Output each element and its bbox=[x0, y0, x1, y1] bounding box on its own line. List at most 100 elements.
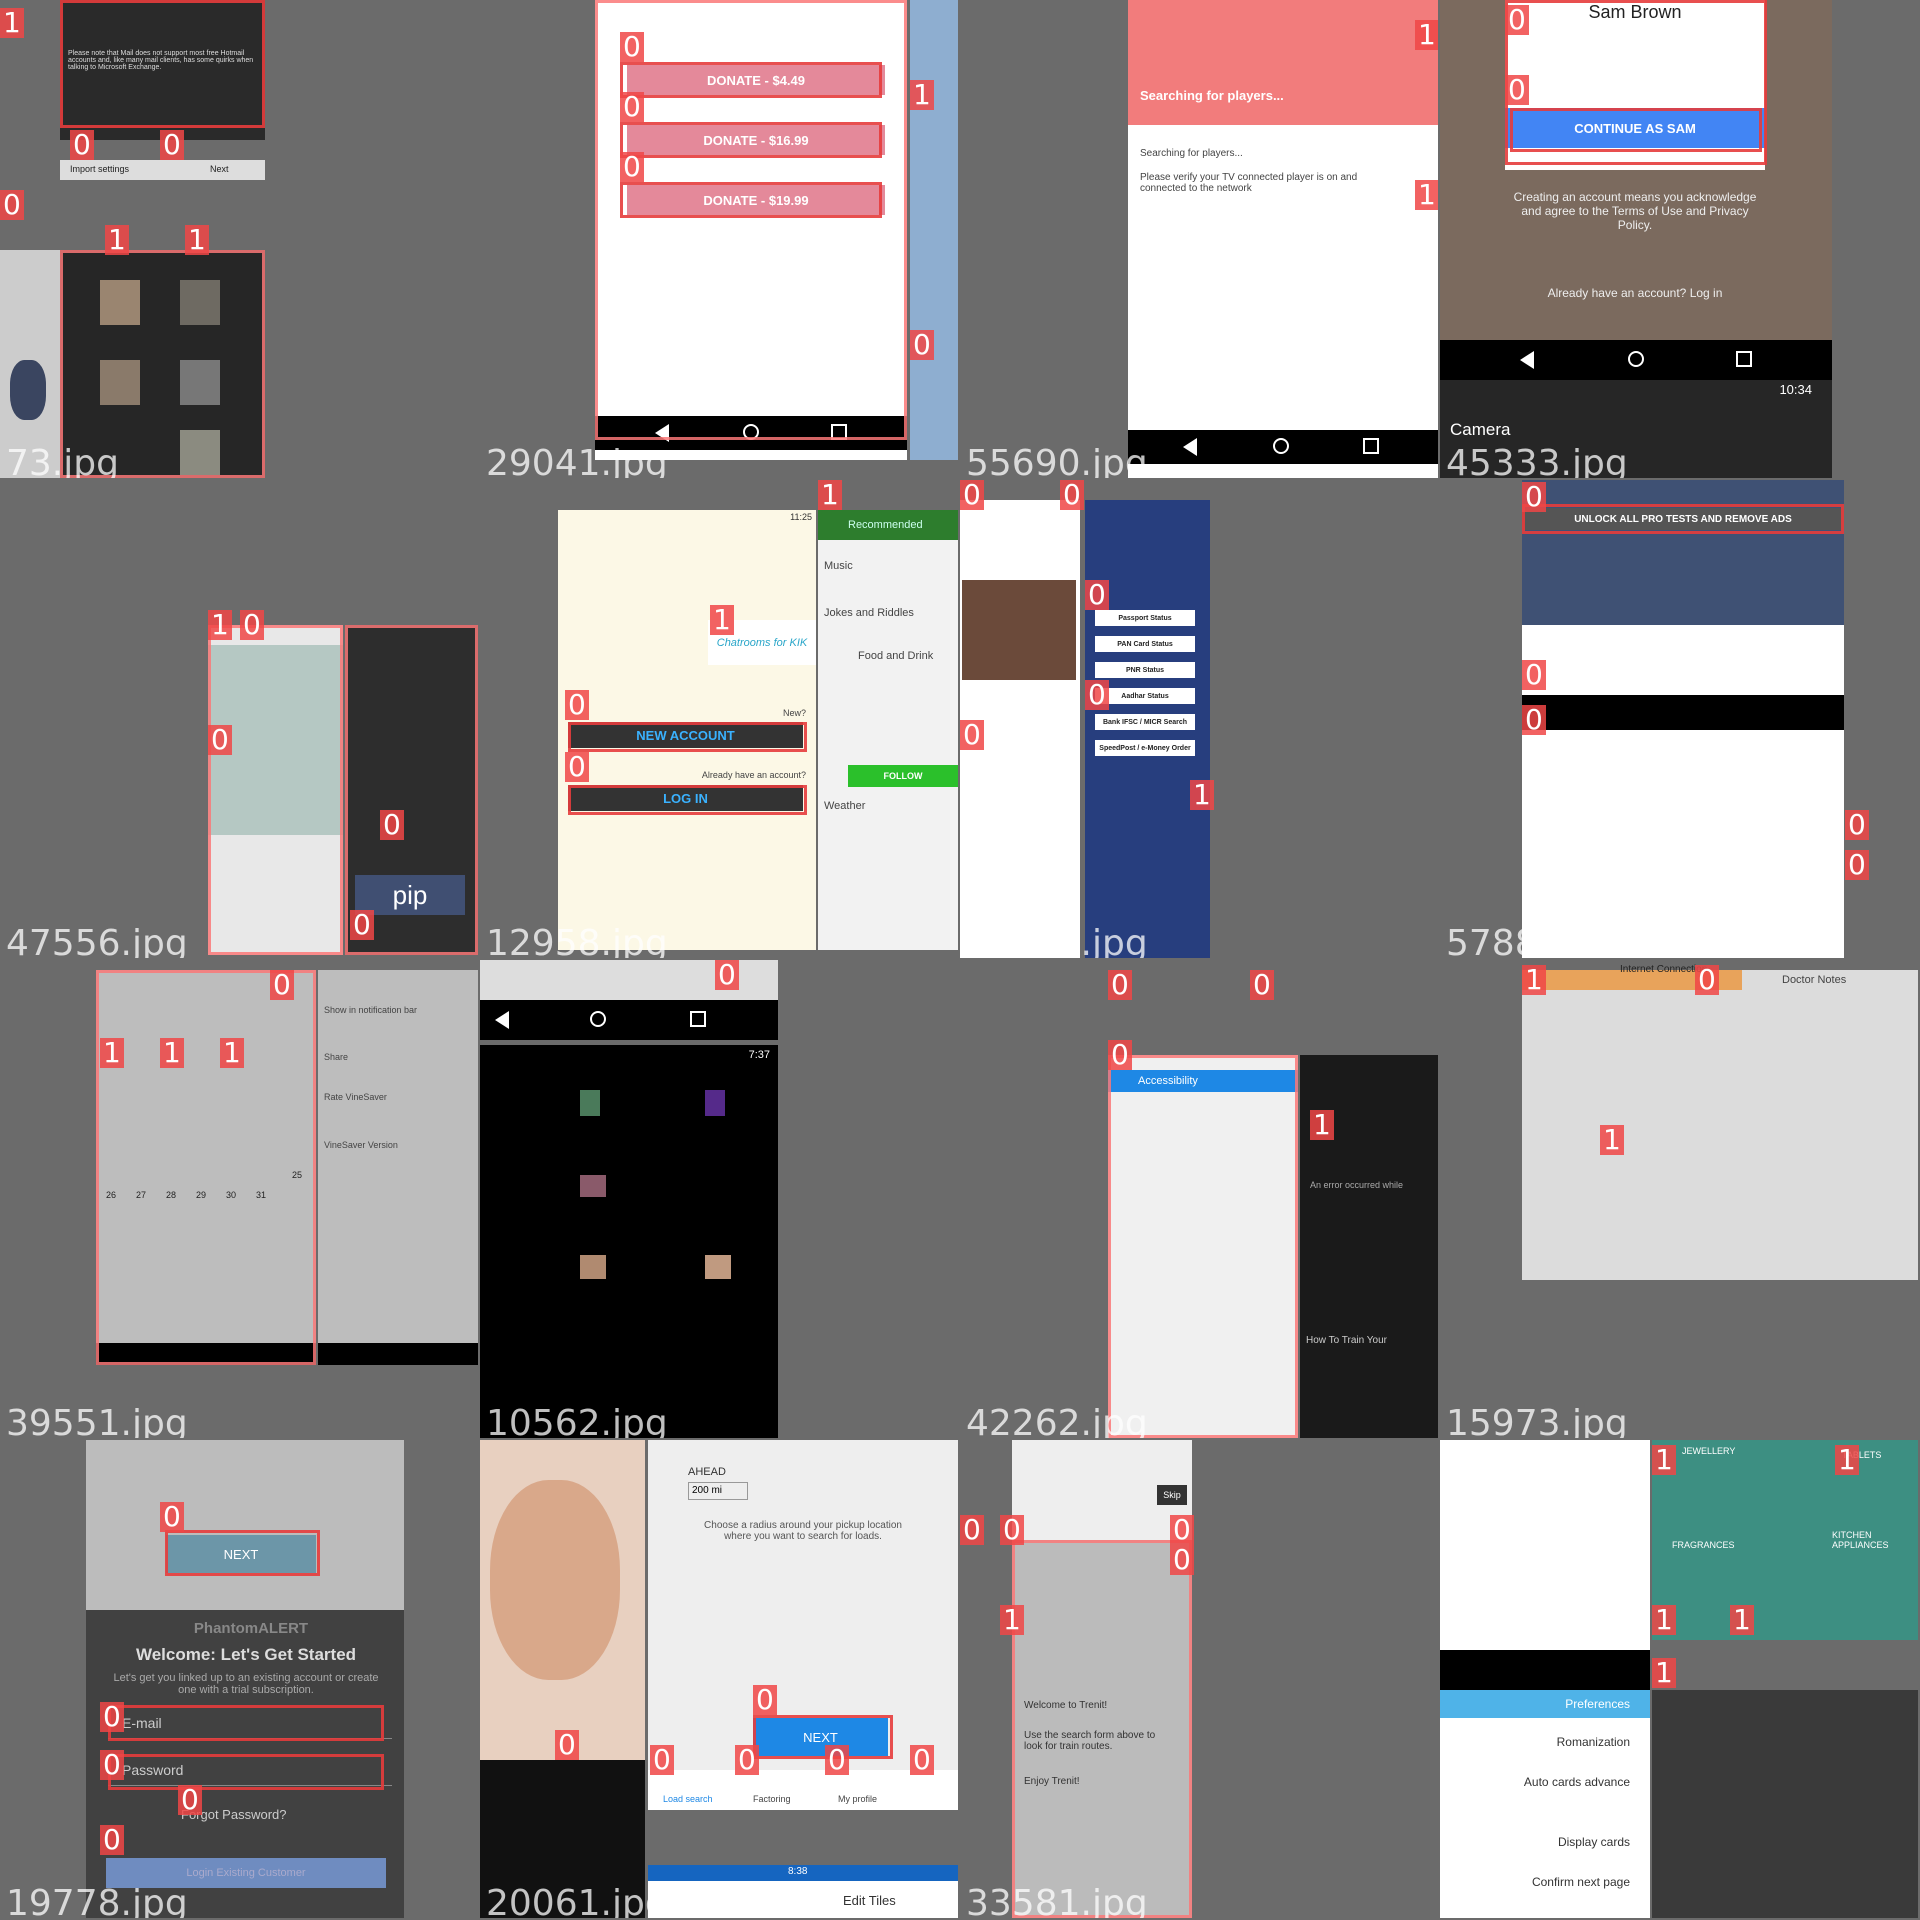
tile-55690: Searching for players... Searching for p… bbox=[960, 0, 1438, 478]
tile-caption: 42262.jpg bbox=[966, 1403, 1148, 1438]
home-icon[interactable] bbox=[590, 1011, 606, 1027]
app-icon[interactable] bbox=[705, 1255, 731, 1279]
terms-text: Creating an account means you acknowledg… bbox=[1513, 190, 1757, 232]
category-weather[interactable]: Weather bbox=[824, 800, 865, 812]
tile-33581: Skip Welcome to Trenit! Use the search f… bbox=[960, 1440, 1438, 1918]
pan-status-button[interactable]: PAN Card Status bbox=[1095, 636, 1195, 652]
notification-setting[interactable]: Show in notification bar bbox=[324, 1005, 417, 1015]
annotation-label: 1 bbox=[208, 610, 232, 640]
login-link[interactable]: Already have an account? Log in bbox=[1510, 286, 1760, 300]
category-fragrances[interactable]: FRAGRANCES bbox=[1672, 1540, 1735, 1550]
passport-status-button[interactable]: Passport Status bbox=[1095, 610, 1195, 626]
tile-caption: 10562.jpg bbox=[486, 1403, 668, 1438]
dark-article-screen bbox=[1652, 1690, 1918, 1918]
category-kitchen[interactable]: KITCHEN APPLIANCES bbox=[1832, 1530, 1912, 1550]
aadhar-status-button[interactable]: Aadhar Status bbox=[1095, 688, 1195, 704]
recents-icon[interactable] bbox=[1363, 438, 1379, 454]
recommended-screen: Recommended Music Jokes and Riddles Food… bbox=[818, 510, 958, 950]
back-icon[interactable] bbox=[1520, 351, 1534, 369]
app-icon[interactable] bbox=[580, 1255, 606, 1279]
tab-factoring[interactable]: Factoring bbox=[753, 1794, 791, 1804]
next-button[interactable]: Next bbox=[210, 164, 229, 174]
recommended-header: Recommended bbox=[818, 510, 958, 540]
tab-my-profile[interactable]: My profile bbox=[838, 1794, 877, 1804]
banner bbox=[1522, 480, 1844, 625]
tab-load-search[interactable]: Load search bbox=[663, 1794, 713, 1804]
back-icon[interactable] bbox=[1183, 438, 1197, 456]
import-settings-button[interactable]: Import settings bbox=[70, 164, 129, 174]
pref-display-cards[interactable]: Display cards bbox=[1558, 1835, 1630, 1849]
back-icon[interactable] bbox=[495, 1011, 509, 1029]
tile-15973: Doctor Notes Internet Connection 1 0 1 1… bbox=[1440, 960, 1918, 1438]
pref-romanization[interactable]: Romanization bbox=[1557, 1735, 1630, 1749]
annotation-label: 0 bbox=[1170, 1515, 1194, 1545]
rate-setting[interactable]: Rate VineSaver bbox=[324, 1092, 387, 1102]
annotation-label: 1 bbox=[1730, 1605, 1754, 1635]
annotation-label: 0 bbox=[1085, 580, 1109, 610]
home-icon[interactable] bbox=[1273, 438, 1289, 454]
annotation-label: 0 bbox=[1085, 680, 1109, 710]
tile-57889: UNLOCK ALL PRO TESTS AND REMOVE ADS 0 0 … bbox=[1440, 480, 1918, 958]
category-jewellery[interactable]: JEWELLERY bbox=[1682, 1446, 1735, 1456]
app-icon[interactable] bbox=[705, 1090, 725, 1116]
edit-tiles-screen: 8:38 Edit Tiles bbox=[648, 1865, 958, 1918]
tile-caption: 20061.jpg bbox=[486, 1883, 668, 1918]
annotation-box bbox=[595, 0, 907, 440]
cast-search-screen: Searching for players... Searching for p… bbox=[1128, 0, 1438, 478]
annotation-label: 0 bbox=[555, 1730, 579, 1760]
category-food[interactable]: Food and Drink bbox=[858, 650, 933, 662]
pro-tests-screen: UNLOCK ALL PRO TESTS AND REMOVE ADS bbox=[1522, 480, 1844, 958]
follow-button[interactable]: FOLLOW bbox=[848, 765, 958, 787]
icon-grid-screen: 7:37 bbox=[480, 1045, 778, 1438]
app-icon[interactable] bbox=[580, 1175, 606, 1197]
category-jokes[interactable]: Jokes and Riddles bbox=[824, 607, 914, 619]
app-icon[interactable] bbox=[580, 1090, 600, 1116]
tile-19778: NEXT PhantomALERT Welcome: Let's Get Sta… bbox=[0, 1440, 478, 1918]
pref-auto-advance[interactable]: Auto cards advance bbox=[1524, 1775, 1630, 1789]
header-bar: Searching for players... bbox=[1128, 0, 1438, 125]
annotation-box bbox=[208, 625, 343, 955]
annotation-label: 0 bbox=[565, 690, 589, 720]
annotation-label: 0 bbox=[1695, 965, 1719, 995]
category-music[interactable]: Music bbox=[824, 560, 853, 572]
annotation-label: 1 bbox=[818, 480, 842, 510]
tile-caption: 12958.jpg bbox=[486, 923, 668, 958]
annotation-label: 1 bbox=[1652, 1445, 1676, 1475]
annotation-label: 0 bbox=[910, 330, 934, 360]
skip-button[interactable]: Skip bbox=[1157, 1485, 1187, 1505]
annotation-label: 0 bbox=[1505, 5, 1529, 35]
android-navbar bbox=[318, 1343, 478, 1365]
annotation-label: 0 bbox=[1170, 1545, 1194, 1575]
grapes-image bbox=[10, 360, 46, 420]
recents-icon[interactable] bbox=[690, 1011, 706, 1027]
recents-icon[interactable] bbox=[1736, 351, 1752, 367]
annotation-label: 0 bbox=[1845, 850, 1869, 880]
annotation-label: 0 bbox=[100, 1750, 124, 1780]
status-time: 10:34 bbox=[1779, 382, 1812, 397]
notes-screen: Doctor Notes bbox=[1522, 970, 1918, 1280]
version-setting: VineSaver Version bbox=[324, 1140, 398, 1150]
annotation-label: 0 bbox=[960, 720, 984, 750]
speedpost-button[interactable]: SpeedPost / e-Money Order bbox=[1095, 740, 1195, 756]
error-text: An error occurred while bbox=[1310, 1180, 1404, 1190]
search-bar[interactable] bbox=[1522, 695, 1844, 730]
annotation-label: 0 bbox=[270, 970, 294, 1000]
annotation-label: 1 bbox=[1652, 1605, 1676, 1635]
tile-caption: 15973.jpg bbox=[1446, 1403, 1628, 1438]
tile-caption: 54236.jpg bbox=[966, 923, 1148, 958]
blank-screen bbox=[1440, 1440, 1650, 1690]
pnr-status-button[interactable]: PNR Status bbox=[1095, 662, 1195, 678]
tile-caption: 29041.jpg bbox=[486, 443, 668, 478]
annotation-label: 0 bbox=[960, 480, 984, 510]
article-title[interactable]: How To Train Your bbox=[1306, 1335, 1387, 1346]
radius-select[interactable]: 200 mi bbox=[688, 1482, 748, 1500]
home-icon[interactable] bbox=[1628, 351, 1644, 367]
share-setting[interactable]: Share bbox=[324, 1052, 348, 1062]
annotation-label: 1 bbox=[100, 1038, 124, 1068]
tile-caption: 19778.jpg bbox=[6, 1883, 188, 1918]
ifsc-search-button[interactable]: Bank IFSC / MICR Search bbox=[1095, 714, 1195, 730]
annotation-label: 0 bbox=[350, 910, 374, 940]
tile-caption: 33581.jpg bbox=[966, 1883, 1148, 1918]
android-navbar bbox=[1440, 340, 1832, 380]
annotation-label: 0 bbox=[0, 190, 24, 220]
